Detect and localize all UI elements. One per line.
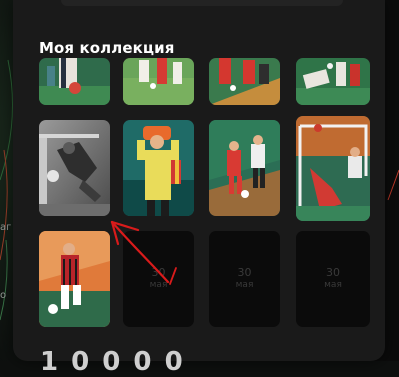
- empty-slot-1: 30 мая: [123, 231, 194, 327]
- collection-panel: Моя коллекция 30 мая 30 мая 30 мая: [13, 0, 385, 361]
- empty-slot-day: 30: [326, 266, 340, 279]
- edge-label-2: о: [0, 290, 7, 301]
- collection-card-9[interactable]: [39, 231, 110, 327]
- empty-slot-3: 30 мая: [296, 231, 370, 327]
- collection-card-6[interactable]: [123, 120, 194, 216]
- empty-slot-2: 30 мая: [209, 231, 280, 327]
- collection-title: Моя коллекция: [39, 39, 175, 57]
- empty-slot-month: мая: [324, 280, 342, 290]
- empty-slot-month: мая: [235, 280, 254, 290]
- collection-card-8[interactable]: [296, 116, 370, 221]
- collection-card-3[interactable]: [209, 58, 280, 105]
- collection-card-2[interactable]: [123, 58, 194, 105]
- bottom-partial-text: 1 0 0 0 0: [40, 347, 185, 377]
- collection-card-7[interactable]: [209, 120, 280, 216]
- collection-card-4[interactable]: [296, 58, 370, 105]
- edge-label-1: аг: [0, 222, 12, 233]
- collection-card-1[interactable]: [39, 58, 110, 105]
- empty-slot-month: мая: [149, 280, 168, 290]
- empty-slot-day: 30: [151, 266, 166, 279]
- empty-slot-day: 30: [237, 266, 252, 279]
- panel-top-strip: [61, 0, 343, 6]
- collection-card-5[interactable]: [39, 120, 110, 216]
